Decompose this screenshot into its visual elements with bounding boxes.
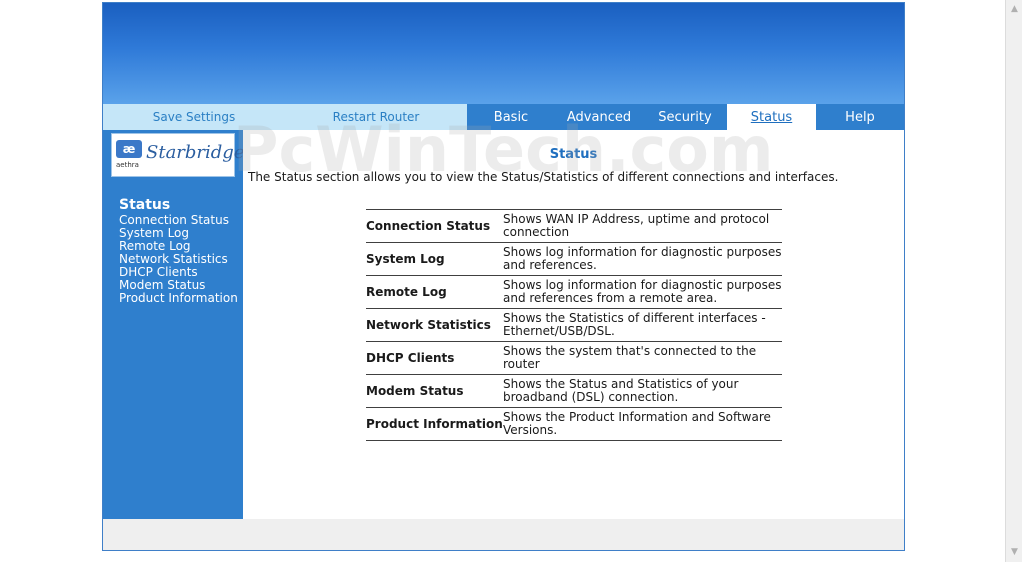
- row-name: Remote Log: [366, 285, 447, 299]
- arrow-up-icon[interactable]: ▲: [1009, 4, 1020, 15]
- sidebar-menu: Connection Status System Log Remote Log …: [119, 214, 238, 305]
- row-name: DHCP Clients: [366, 351, 455, 365]
- router-admin-frame: Save Settings Restart Router Basic Advan…: [102, 2, 905, 551]
- row-name: Network Statistics: [366, 318, 491, 332]
- aethra-logo-mark: æ: [116, 140, 142, 158]
- tab-basic[interactable]: Basic: [467, 104, 555, 130]
- tab-advanced[interactable]: Advanced: [555, 104, 643, 130]
- footer-bar: [103, 519, 904, 550]
- tab-status[interactable]: Status: [727, 104, 816, 130]
- top-navigation: Save Settings Restart Router Basic Advan…: [103, 104, 904, 130]
- row-name: Product Information: [366, 417, 503, 431]
- status-info-table: Connection Status Shows WAN IP Address, …: [366, 209, 782, 441]
- tab-security[interactable]: Security: [643, 104, 727, 130]
- row-description: Shows the Product Information and Softwa…: [503, 410, 771, 437]
- table-row: Product Information Shows the Product In…: [366, 408, 782, 441]
- logo-company-name: aethra: [116, 161, 139, 169]
- row-description: Shows log information for diagnostic pur…: [503, 278, 782, 305]
- page-title: Status: [549, 147, 598, 162]
- brand-logo: æ aethra Starbridge: [111, 133, 244, 177]
- row-description: Shows log information for diagnostic pur…: [503, 245, 782, 272]
- sidebar-item-product-information[interactable]: Product Information: [119, 292, 238, 305]
- row-name: Modem Status: [366, 384, 464, 398]
- row-name: Connection Status: [366, 219, 491, 233]
- table-row: Remote Log Shows log information for dia…: [366, 276, 782, 309]
- table-row: Connection Status Shows WAN IP Address, …: [366, 209, 782, 243]
- table-row: System Log Shows log information for dia…: [366, 243, 782, 276]
- logo-product-name: Starbridge: [146, 142, 245, 163]
- table-row: DHCP Clients Shows the system that's con…: [366, 342, 782, 375]
- header-banner: [103, 3, 904, 104]
- sidebar-heading: Status: [119, 197, 171, 213]
- tab-help[interactable]: Help: [816, 104, 904, 130]
- restart-router-link[interactable]: Restart Router: [285, 104, 467, 130]
- row-description: Shows the Status and Statistics of your …: [503, 377, 739, 404]
- row-name: System Log: [366, 252, 445, 266]
- table-row: Modem Status Shows the Status and Statis…: [366, 375, 782, 408]
- vertical-scrollbar[interactable]: ▲ ▼: [1005, 0, 1022, 562]
- main-content: Status The Status section allows you to …: [243, 130, 904, 519]
- intro-text: The Status section allows you to view th…: [248, 170, 839, 184]
- sidebar: æ aethra Starbridge Status Connection St…: [103, 130, 244, 519]
- row-description: Shows WAN IP Address, uptime and protoco…: [503, 212, 770, 239]
- save-settings-link[interactable]: Save Settings: [103, 104, 285, 130]
- row-description: Shows the Statistics of different interf…: [503, 311, 766, 338]
- row-description: Shows the system that's connected to the…: [503, 344, 757, 371]
- arrow-down-icon[interactable]: ▼: [1009, 547, 1020, 558]
- table-row: Network Statistics Shows the Statistics …: [366, 309, 782, 342]
